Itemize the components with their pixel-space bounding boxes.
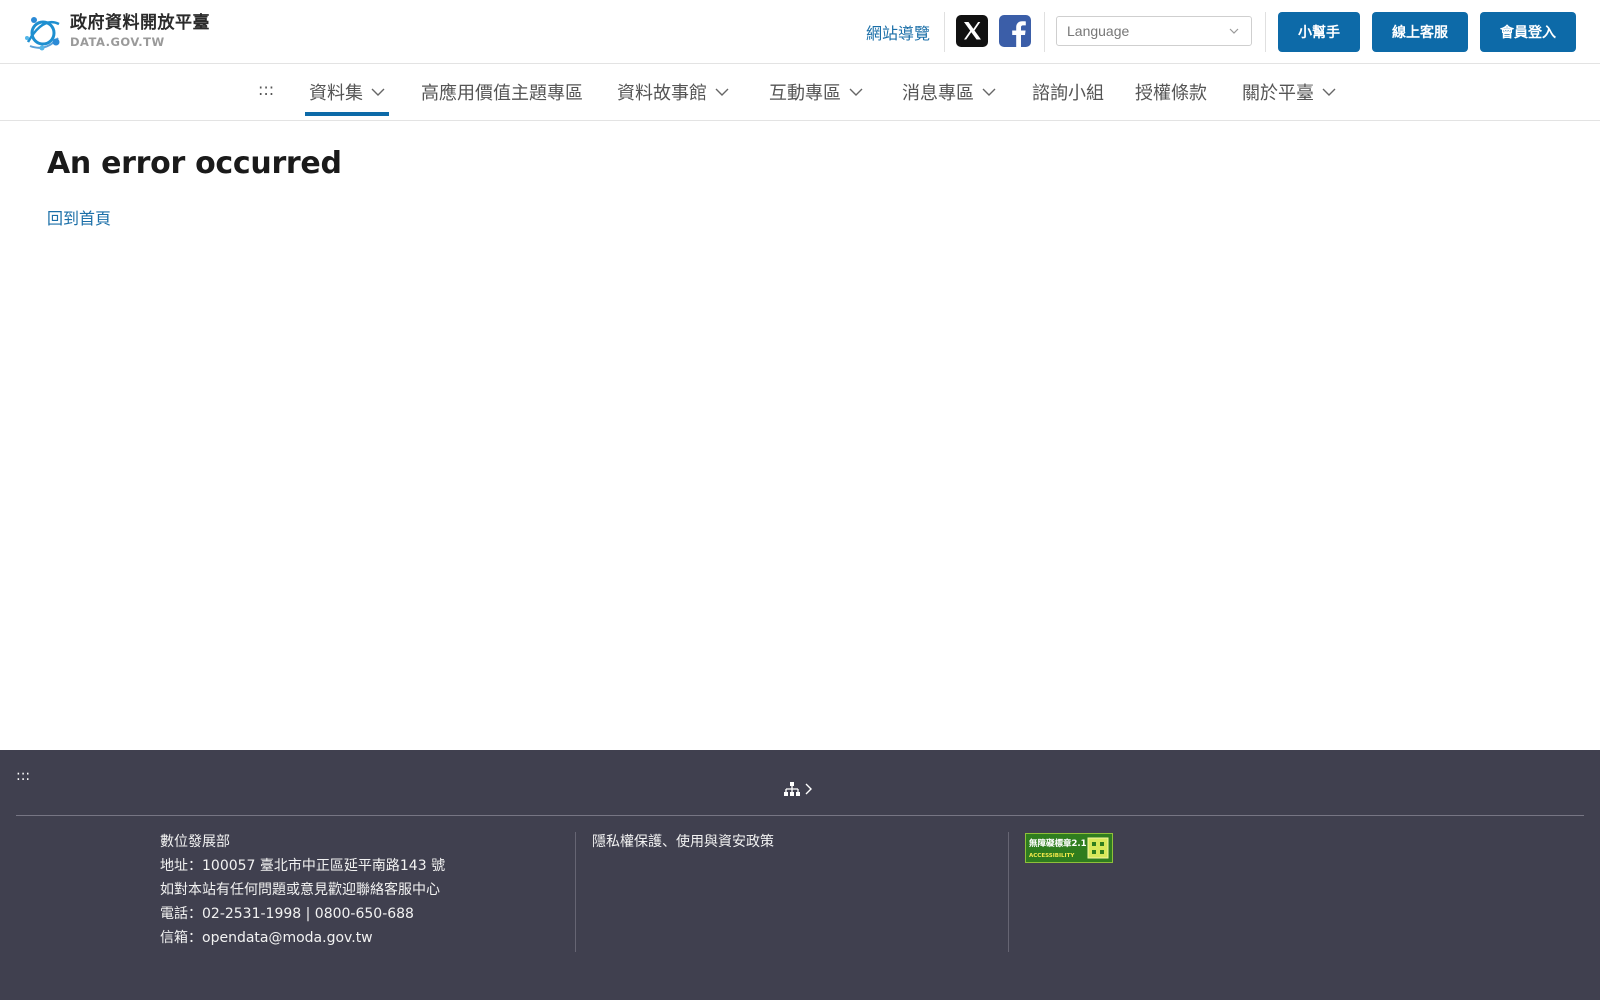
accessibility-badge-word: ACCESSIBILITY [1029, 853, 1075, 859]
sitemap-link[interactable]: 網站導覽 [866, 20, 930, 44]
accessibility-badge-label: 無障礙標章2.1 [1029, 838, 1087, 849]
chevron-right-icon [805, 783, 812, 795]
chevron-down-icon [371, 88, 385, 96]
language-select[interactable]: Language [1056, 16, 1252, 46]
nav-item-label: 授權條款 [1135, 83, 1207, 104]
footer-column-divider [1008, 832, 1009, 952]
logo-title: 政府資料開放平臺 [70, 13, 210, 34]
footer-phone: 電話：02-2531-1998 | 0800-650-688 [160, 906, 414, 922]
header-divider [1044, 12, 1045, 52]
nav-item-label: 資料集 [309, 83, 363, 104]
sitemap-icon [784, 782, 800, 796]
back-home-link[interactable]: 回到首頁 [47, 205, 111, 229]
logo-subtitle: DATA.GOV.TW [70, 35, 165, 50]
nav-item-advisory[interactable]: 諮詢小組 [1032, 64, 1104, 120]
site-header: 政府資料開放平臺 DATA.GOV.TW 網站導覽 Language 小幫手 線… [0, 0, 1600, 64]
nav-item-label: 高應用價值主題專區 [421, 83, 583, 104]
footer-policy: 隱私權保護、使用與資安政策 [592, 830, 774, 854]
x-twitter-icon[interactable] [956, 15, 988, 47]
nav-item-license[interactable]: 授權條款 [1135, 64, 1207, 120]
footer-column-divider [575, 832, 576, 952]
logo-globe-icon [25, 17, 60, 51]
chevron-down-icon [1322, 88, 1336, 96]
nav-item-label: 資料故事館 [617, 83, 707, 104]
nav-item-news[interactable]: 消息專區 [902, 64, 996, 120]
accessibility-badge-icon: 無障礙標章2.1 ACCESSIBILITY [1029, 837, 1109, 859]
language-select-value: Language [1067, 23, 1130, 39]
privacy-policy-link[interactable]: 隱私權保護、使用與資安政策 [592, 830, 774, 854]
nav-item-about[interactable]: 關於平臺 [1242, 64, 1336, 120]
header-divider [944, 12, 945, 52]
nav-active-indicator [305, 112, 389, 116]
helper-button[interactable]: 小幫手 [1278, 12, 1360, 52]
footer-contact: 數位發展部 地址：100057 臺北市中正區延平南路143 號 如對本站有任何問… [160, 830, 445, 950]
chevron-down-icon [715, 88, 729, 96]
member-login-button[interactable]: 會員登入 [1480, 12, 1576, 52]
accessibility-badge[interactable]: 無障礙標章2.1 ACCESSIBILITY [1025, 833, 1113, 863]
footer-address: 地址：100057 臺北市中正區延平南路143 號 [160, 858, 446, 874]
facebook-icon[interactable] [999, 15, 1031, 47]
site-logo[interactable]: 政府資料開放平臺 DATA.GOV.TW [22, 12, 210, 52]
nav-item-high-value[interactable]: 高應用價值主題專區 [421, 64, 583, 120]
footer-email[interactable]: 信箱：opendata@moda.gov.tw [160, 926, 445, 950]
main-nav: ::: 資料集 高應用價值主題專區 資料故事館 互動專區 消息專區 諮詢小組 授… [0, 64, 1600, 121]
site-footer: ::: 數位發展部 地址：100057 臺北市中正區延平南路143 號 如對本站… [0, 750, 1600, 1000]
nav-item-label: 關於平臺 [1242, 83, 1314, 104]
footer-accesskey-anchor[interactable]: ::: [16, 768, 30, 784]
online-support-button[interactable]: 線上客服 [1372, 12, 1468, 52]
footer-org: 數位發展部 [160, 834, 230, 850]
nav-item-data-stories[interactable]: 資料故事館 [617, 64, 729, 120]
footer-divider [16, 815, 1584, 816]
nav-item-interactive[interactable]: 互動專區 [769, 64, 863, 120]
page-title: An error occurred [47, 146, 342, 181]
nav-item-label: 諮詢小組 [1032, 83, 1104, 104]
chevron-down-icon [849, 88, 863, 96]
chevron-down-icon [982, 88, 996, 96]
header-divider [1265, 12, 1266, 52]
accesskey-anchor[interactable]: ::: [258, 80, 274, 99]
chevron-down-icon [1229, 28, 1239, 34]
footer-sitemap-toggle[interactable] [784, 782, 813, 796]
footer-contact-note: 如對本站有任何問題或意見歡迎聯絡客服中心 [160, 882, 440, 898]
nav-item-label: 互動專區 [769, 83, 841, 104]
nav-item-label: 消息專區 [902, 83, 974, 104]
